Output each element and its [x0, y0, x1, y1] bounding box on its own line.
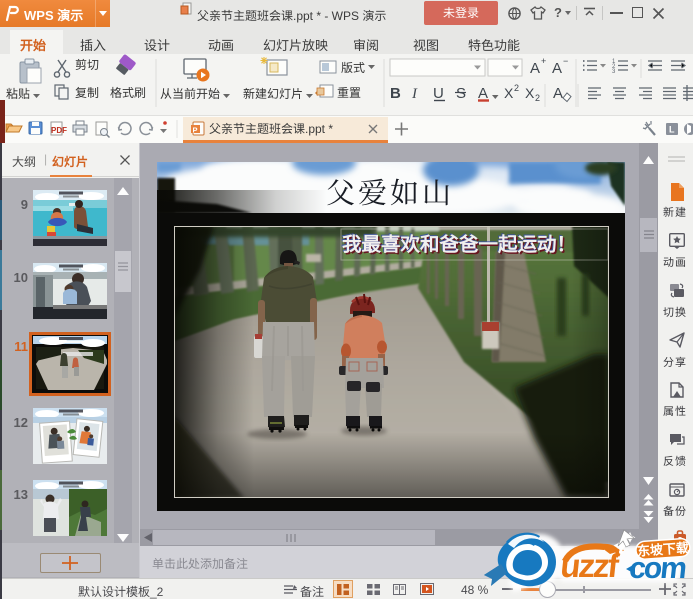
svg-text:PDF: PDF [51, 126, 67, 135]
svg-text:格式刷: 格式刷 [110, 86, 146, 100]
svg-text:A: A [530, 60, 540, 77]
svg-text:X: X [525, 85, 535, 101]
svg-text:I: I [411, 86, 418, 102]
svg-text:A: A [553, 85, 563, 102]
svg-text:复制: 复制 [75, 86, 99, 100]
svg-text:uzzf: uzzf [559, 548, 622, 585]
svg-text:P: P [193, 126, 198, 135]
svg-text:版式: 版式 [341, 61, 365, 75]
svg-text:L: L [669, 125, 675, 135]
svg-text:2: 2 [535, 93, 540, 103]
svg-text:粘贴: 粘贴 [6, 87, 30, 101]
svg-text:父爱如山: 父爱如山 [326, 178, 454, 210]
svg-text:父亲节主题班会课.ppt *: 父亲节主题班会课.ppt * [209, 122, 333, 136]
svg-text:+: + [541, 56, 546, 66]
svg-text:从当前开始: 从当前开始 [160, 87, 220, 101]
svg-text:3: 3 [612, 69, 616, 75]
svg-text:S: S [456, 85, 466, 102]
svg-text:剪切: 剪切 [75, 58, 99, 72]
svg-text:X: X [504, 85, 514, 101]
svg-text:新建幻灯片: 新建幻灯片 [243, 87, 303, 101]
svg-text:重置: 重置 [337, 86, 361, 100]
svg-text:2: 2 [514, 83, 519, 93]
svg-text:−: − [563, 56, 568, 66]
svg-text:U: U [433, 85, 444, 102]
svg-text:B: B [390, 85, 401, 102]
svg-text:A: A [552, 60, 562, 77]
